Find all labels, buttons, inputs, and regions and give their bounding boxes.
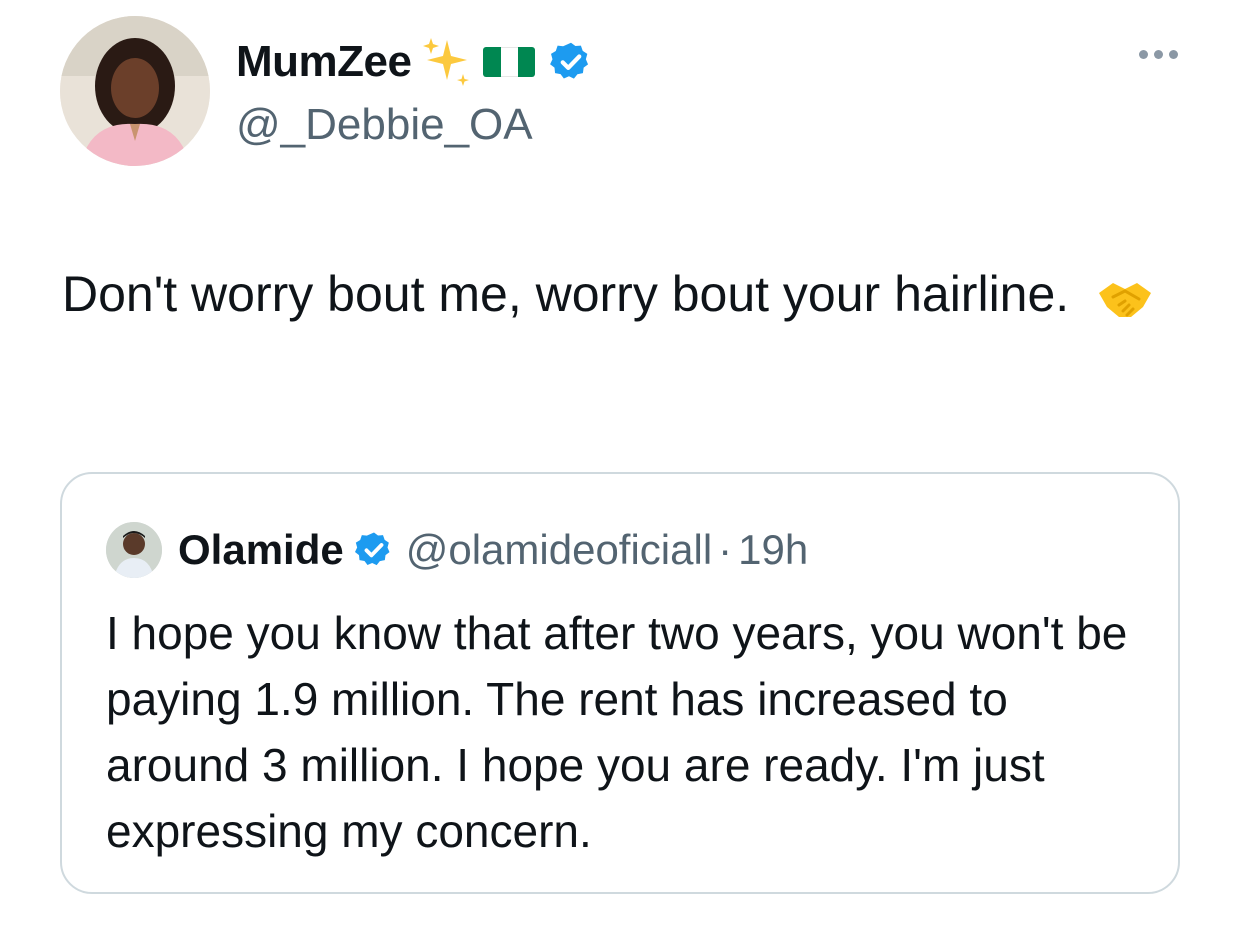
author-display-name[interactable]: MumZee — [236, 37, 412, 87]
handshake-icon — [1099, 282, 1152, 317]
quoted-tweet-header: Olamide @olamideoficiall · 19h — [106, 522, 808, 578]
author-name-row: MumZee — [236, 34, 593, 90]
author-handle[interactable]: @_Debbie_OA — [236, 100, 533, 150]
tweet-text: Don't worry bout me, worry bout your hai… — [62, 266, 1070, 322]
nigeria-flag-icon — [483, 47, 536, 77]
quoted-tweet-card[interactable]: Olamide @olamideoficiall · 19h I hope yo… — [60, 472, 1180, 894]
quoted-author-avatar[interactable] — [106, 522, 162, 578]
verified-badge-icon[interactable] — [549, 40, 593, 84]
quoted-handle[interactable]: @olamideoficiall — [406, 526, 712, 574]
more-options-icon[interactable] — [1139, 50, 1178, 59]
author-avatar[interactable] — [60, 16, 210, 166]
quoted-tweet-text: I hope you know that after two years, yo… — [106, 607, 1128, 857]
tweet-body: Don't worry bout me, worry bout your hai… — [62, 258, 1182, 330]
quoted-timestamp[interactable]: 19h — [738, 526, 808, 574]
quoted-display-name[interactable]: Olamide — [178, 526, 344, 574]
sparkles-icon — [423, 38, 470, 86]
separator-dot: · — [718, 526, 733, 573]
verified-badge-icon[interactable] — [354, 530, 394, 570]
